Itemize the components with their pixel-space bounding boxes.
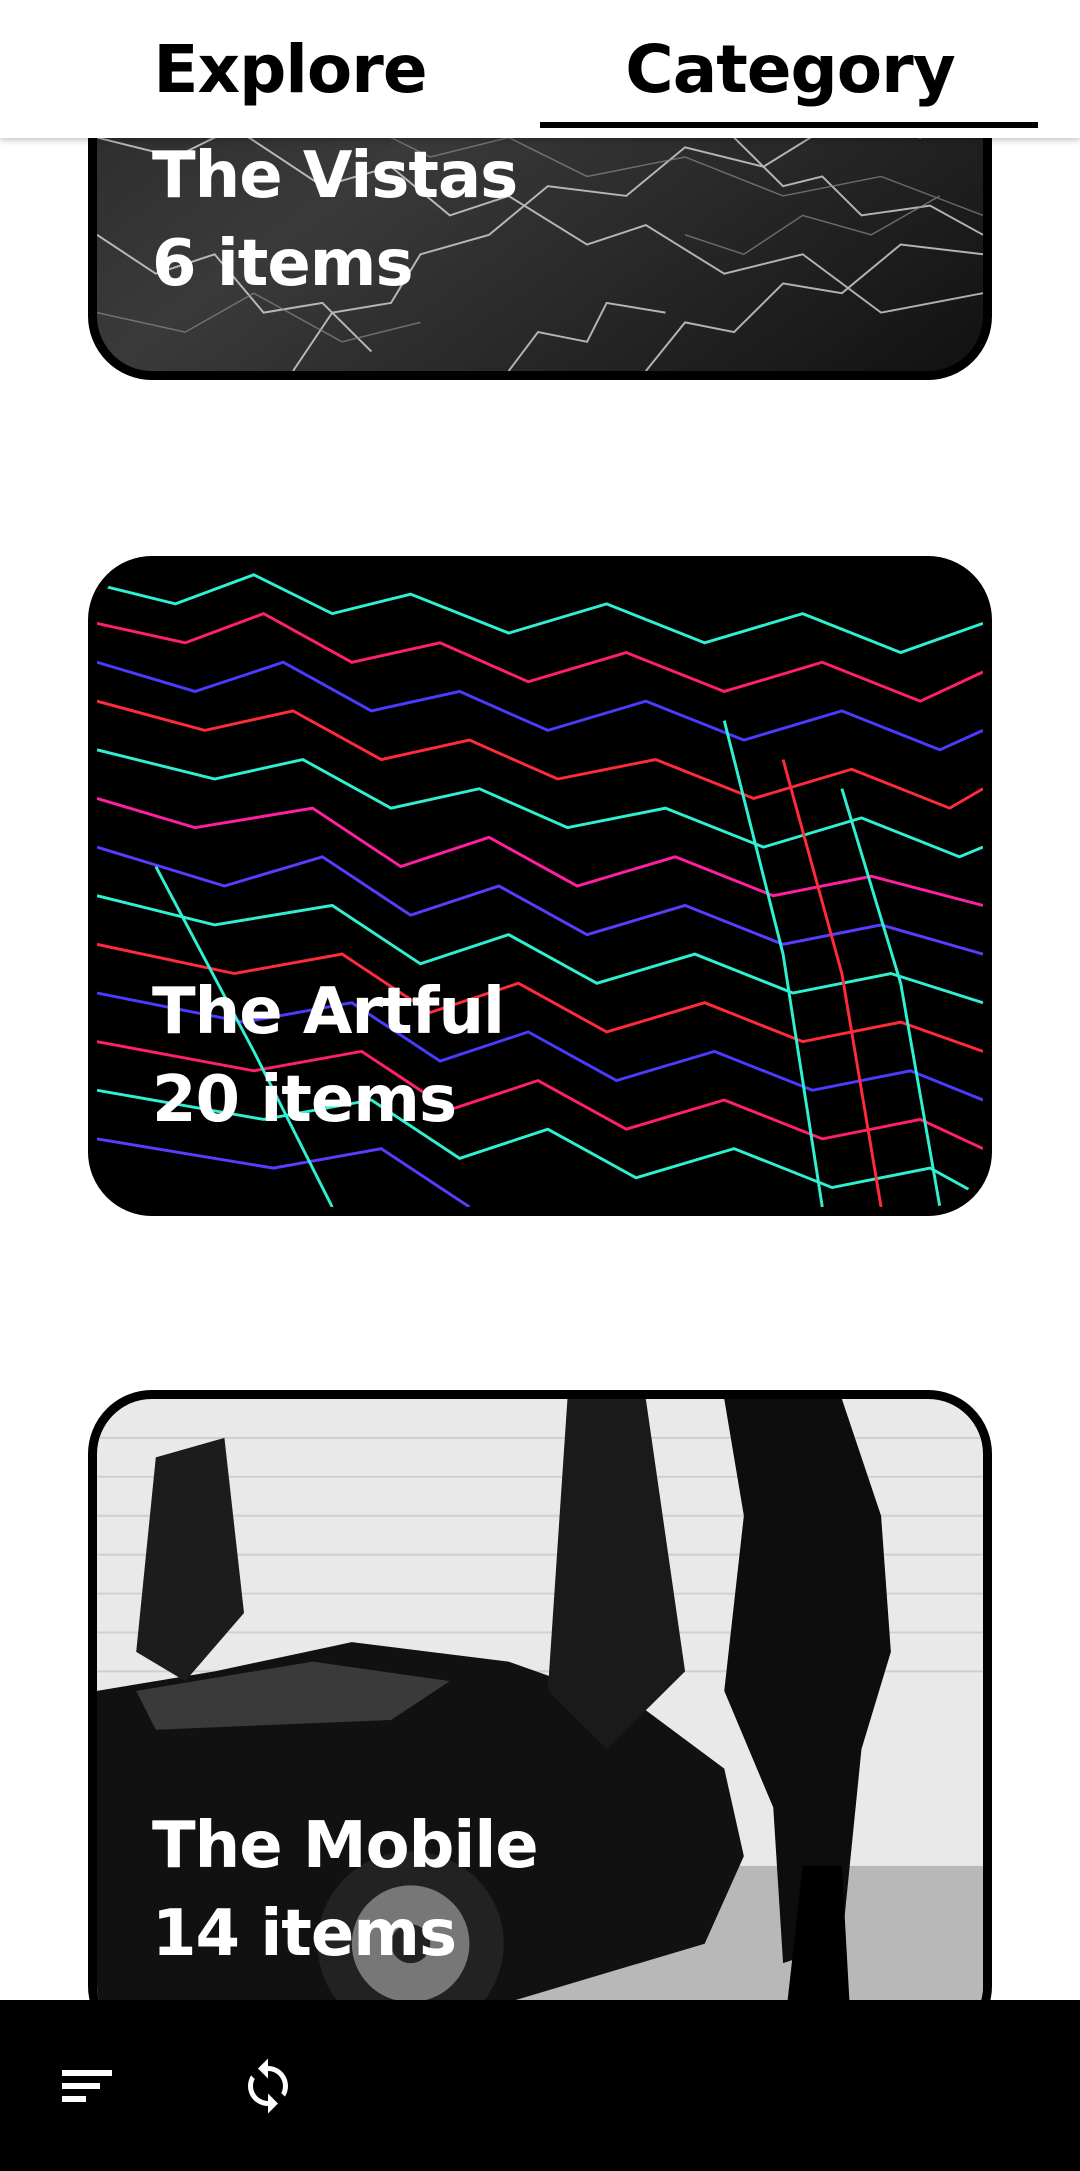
selected-tab-indicator	[540, 122, 1038, 128]
top-tab-bar: Explore Category	[0, 0, 1080, 138]
category-card-mobile[interactable]: The Mobile 14 items	[88, 1390, 992, 2050]
refresh-button[interactable]	[220, 2038, 316, 2134]
sort-menu-button[interactable]	[40, 2038, 136, 2134]
category-item-count: 6 items	[152, 227, 414, 301]
bottom-app-bar	[0, 2000, 1080, 2171]
tab-explore[interactable]: Explore	[90, 0, 490, 138]
category-card-artful[interactable]: The Artful 20 items	[88, 556, 992, 1216]
category-title: The Vistas	[152, 139, 518, 213]
sync-icon	[248, 2058, 288, 2114]
category-title: The Artful	[152, 975, 505, 1049]
sort-menu-icon	[62, 2070, 112, 2102]
category-item-count: 20 items	[152, 1063, 457, 1137]
category-title: The Mobile	[152, 1809, 539, 1883]
category-item-count: 14 items	[152, 1897, 457, 1971]
category-list[interactable]: The Vistas 6 items The Artful 20 items T…	[0, 0, 1080, 2050]
app-root: The Vistas 6 items The Artful 20 items T…	[0, 0, 1080, 2171]
tab-category[interactable]: Category	[540, 0, 1040, 138]
